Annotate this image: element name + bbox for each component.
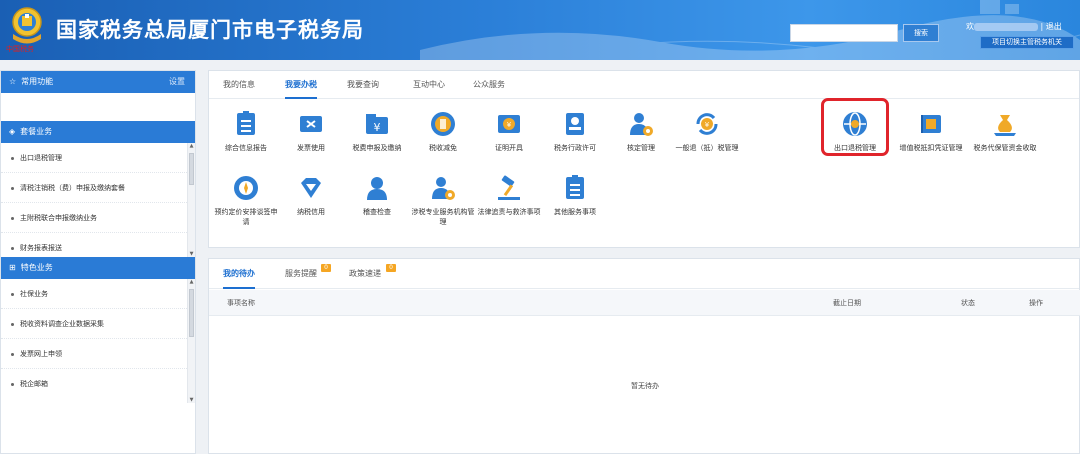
gavel-icon [498,175,520,200]
sidebar: ☆ 常用功能 设置 ◈ 套餐业务 出口退税管理 清税注销税（费）申报及缴纳套餐 主附… [0,70,196,454]
column-item-name: 事项名称 [227,299,255,307]
common-functions-body [1,93,195,121]
todo-tabs: 我的待办 服务提醒 0 政策速递 0 [209,259,1079,289]
column-deadline: 截止日期 [833,299,861,307]
logout-link[interactable]: 退出 [1046,22,1062,31]
empty-todo-text: 暂无待办 [631,382,659,390]
sidebar-item[interactable]: 税收资料调查企业数据采集 [1,309,195,339]
sidebar-item[interactable]: 出口退税管理 [1,143,195,173]
item-admin-license[interactable]: 税务行政许可 [543,111,607,153]
package-scrollbar[interactable]: ▲ ▼ [187,143,195,257]
person-gear-icon [630,113,653,136]
item-legal-remedy[interactable]: 法律追责与救济事项 [477,175,541,217]
ticket-icon [300,116,322,132]
user-name-redacted [974,22,1038,31]
tab-public-service[interactable]: 公众服务 [473,71,505,99]
service-reminder-badge: 0 [321,264,331,272]
item-certificate[interactable]: ¥ 证明开具 [477,111,541,153]
welcome-prefix: 欢 [966,22,974,31]
tab-query[interactable]: 我要查询 [347,71,379,99]
item-vat-deduction[interactable]: 增值税抵扣凭证管理 [899,111,963,153]
special-header[interactable]: ⊞ 特色业务 [1,257,195,279]
site-title: 国家税务总局厦门市电子税务局 [56,18,364,42]
refund-cycle-icon: ¥ [696,113,718,135]
service-tabs: 我的信息 我要办税 我要查询 互动中心 公众服务 [209,71,1079,99]
todo-panel: 我的待办 服务提醒 0 政策速递 0 事项名称 截止日期 状态 操作 暂无待办 [208,258,1080,454]
list-doc-icon [566,175,584,199]
site-header: 中国税务 国家税务总局厦门市电子税务局 搜索 欢 | 退出 项目切换主管税务机关 [0,0,1080,60]
logout-separator: | [1040,22,1044,31]
svg-text:¥: ¥ [374,121,381,134]
svg-text:¥: ¥ [507,121,512,129]
cube-icon: ◈ [9,127,16,136]
search-button[interactable]: 搜索 [903,24,939,42]
service-panel: 我的信息 我要办税 我要查询 互动中心 公众服务 综合信息报告 发票使用 ¥ 税… [208,70,1080,248]
item-fund-custody[interactable]: 税务代保管资金收取 [973,111,1037,153]
item-audit-inspection[interactable]: 稽查检查 [345,175,409,217]
grid-icon: ⊞ [9,263,16,272]
package-header[interactable]: ◈ 套餐业务 [1,121,195,143]
tab-my-info[interactable]: 我的信息 [223,71,255,99]
item-tax-reduction[interactable]: 税收减免 [411,111,475,153]
svg-text:¥: ¥ [705,121,710,129]
policy-express-badge: 0 [386,264,396,272]
item-comprehensive-report[interactable]: 综合信息报告 [214,111,278,153]
search-input[interactable] [790,24,898,42]
sidebar-item[interactable]: 社保业务 [1,279,195,309]
tab-do-tax[interactable]: 我要办税 [285,71,317,99]
report-icon [237,111,255,135]
tab-my-todo[interactable]: 我的待办 [223,259,255,289]
tab-service-reminder[interactable]: 服务提醒 [285,259,317,289]
settings-link[interactable]: 设置 [169,71,185,93]
item-agency-mgmt[interactable]: 涉税专业服务机构管理 [411,175,475,227]
column-action: 操作 [1029,299,1043,307]
money-bag-icon [994,115,1016,136]
common-functions-label: 常用功能 [21,77,54,86]
id-card-icon [566,113,584,135]
tab-policy-express[interactable]: 政策速递 [349,259,381,289]
item-tax-credit[interactable]: 纳税信用 [279,175,343,217]
agency-gear-icon [432,177,455,200]
sidebar-item[interactable]: 发票网上申领 [1,339,195,369]
special-label: 特色业务 [20,263,53,272]
certificate-icon: ¥ [498,115,520,133]
special-list: 社保业务 税收资料调查企业数据采集 发票网上申领 税企邮箱 ▲ ▼ [1,279,195,403]
item-tax-declaration[interactable]: ¥ 税费申报及缴纳 [345,111,409,153]
compass-icon [234,176,258,200]
seal-text: 中国税务 [6,45,34,53]
sidebar-item[interactable]: 税企邮箱 [1,369,195,399]
item-verification-mgmt[interactable]: 核定管理 [609,111,673,153]
todo-table-header: 事项名称 截止日期 状态 操作 [209,290,1080,316]
tax-emblem-logo [12,7,42,44]
welcome-area: 欢 | 退出 [966,21,1062,32]
item-apa-application[interactable]: 预约定价安排谈签申请 [214,175,278,227]
package-list: 出口退税管理 清税注销税（费）申报及缴纳套餐 主附税联合申报缴纳业务 财务报表报… [1,143,195,257]
common-functions-header: ☆ 常用功能 设置 [1,71,195,93]
export-refund-highlight [821,98,889,156]
coin-reduce-icon [431,112,455,136]
switch-tax-authority-button[interactable]: 项目切换主管税务机关 [980,36,1074,49]
column-status: 状态 [961,299,975,307]
item-invoice-use[interactable]: 发票使用 [279,111,343,153]
item-general-refund[interactable]: ¥ 一般退（抵）税管理 [675,111,739,153]
yuan-folder-icon: ¥ [366,114,388,134]
special-scrollbar[interactable]: ▲ ▼ [187,279,195,403]
inspector-icon [367,177,387,200]
sidebar-item[interactable]: 清税注销税（费）申报及缴纳套餐 [1,173,195,203]
tab-interaction[interactable]: 互动中心 [413,71,445,99]
sidebar-item[interactable]: 主附税联合申报缴纳业务 [1,203,195,233]
voucher-icon [921,115,941,133]
package-label: 套餐业务 [20,127,53,136]
item-other-services[interactable]: 其他服务事项 [543,175,607,217]
diamond-icon [301,178,321,198]
star-icon: ☆ [9,77,17,86]
